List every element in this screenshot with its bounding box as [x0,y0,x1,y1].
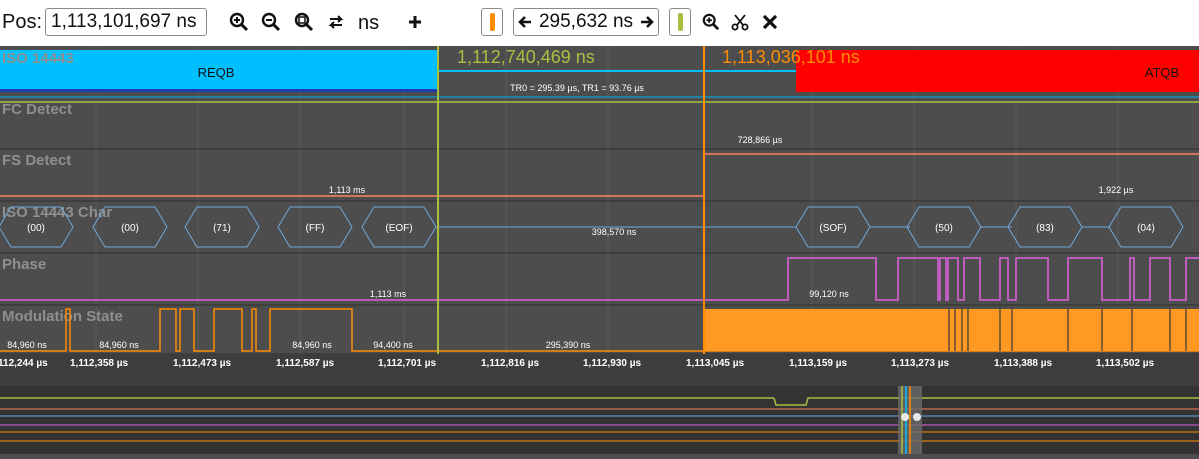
mod-label-1: 84,960 ns [7,340,47,350]
cursor-delta-value: 295,632 ns [538,11,634,32]
axis-tick-label: 1,112,930 µs [583,358,641,369]
char-symbol-label: (FF) [306,223,325,234]
zoom-in-icon[interactable] [227,10,251,34]
phase-label-right: 99,120 ns [809,289,849,299]
overview-cursor-b-handle[interactable] [913,413,921,421]
char-symbol-label: (50) [935,223,953,234]
axis-tick-label: 1,112,701 µs [378,358,436,369]
row-label-iso14443: ISO 14443 [2,50,74,67]
position-label: Pos: [2,11,43,33]
char-symbol-label: (83) [1036,223,1054,234]
cursor-b-button[interactable] [669,8,691,36]
axis-tick-label: 112,244 µs [0,358,48,369]
fs-label-left: 1,113 ms [329,185,366,195]
axis-tick-label: 1,112,587 µs [276,358,334,369]
fs-label-top: 728,866 µs [738,135,783,145]
char-symbol-label: (EOF) [385,223,412,234]
fs-label-right: 1,922 µs [1099,185,1134,195]
mod-label-2: 84,960 ns [99,340,139,350]
cursor-a-marker-icon [489,13,495,31]
axis-tick-label: 1,112,816 µs [481,358,539,369]
mod-label-5: 295,390 ns [546,340,591,350]
char-symbol-label: (SOF) [819,223,846,234]
atqb-label: ATQB [1145,65,1179,80]
swap-icon[interactable] [324,10,348,34]
phase-label-left: 1,113 ms [370,289,407,299]
close-icon[interactable] [758,10,782,34]
zoom-cursor-icon[interactable] [699,10,723,34]
row-label-fs-detect: FS Detect [2,152,71,169]
tr-timing-label: TR0 = 295.39 µs, TR1 = 93.76 µs [510,83,644,93]
toolbar: Pos: 1,113,101,697 ns ns 295,632 ns [0,0,1199,46]
arrow-left-icon[interactable] [517,14,533,30]
overview-panel[interactable] [0,386,1199,454]
cursor-b-marker-icon [677,13,683,31]
char-symbol-label: (00) [27,223,45,234]
arrow-right-icon[interactable] [639,14,655,30]
char-symbol-label: (71) [213,223,231,234]
row-label-fc-detect: FC Detect [2,101,72,118]
row-label-modulation: Modulation State [2,308,123,325]
modulation-block [704,309,1199,351]
axis-tick-label: 1,113,159 µs [789,358,847,369]
axis-tick-label: 1,113,388 µs [994,358,1052,369]
fs-detect-trace [0,153,1199,197]
unit-label[interactable]: ns [358,12,379,35]
row-label-phase: Phase [2,256,46,273]
add-icon[interactable] [403,10,427,34]
reqb-underline [0,89,438,92]
axis-tick-label: 1,113,045 µs [686,358,744,369]
waveform-view[interactable]: ISO 14443 REQB ATQB TR0 = 295.39 µs, TR1… [0,46,1199,386]
mod-label-4: 94,400 ns [373,340,413,350]
zoom-fit-icon[interactable] [292,10,316,34]
phase-trace [0,257,1199,301]
axis-tick-label: 1,112,473 µs [173,358,231,369]
scissors-icon[interactable] [728,10,752,34]
cursor-a-time: 1,112,740,469 ns [457,47,595,67]
zoom-out-icon[interactable] [259,10,283,34]
cursor-b-time: 1,113,036,101 ns [722,47,860,67]
mod-label-3: 84,960 ns [292,340,332,350]
char-gap-label: 398,570 ns [592,227,637,237]
cursor-a-button[interactable] [481,8,503,36]
reqb-label: REQB [198,65,235,80]
char-symbol-label: (00) [121,223,139,234]
position-input[interactable]: 1,113,101,697 ns [45,8,207,36]
axis-tick-label: 1,112,358 µs [70,358,128,369]
axis-tick-label: 1,113,502 µs [1096,358,1154,369]
char-symbol-label: (04) [1137,223,1155,234]
axis-tick-label: 1,113,273 µs [891,358,949,369]
cursor-delta-field[interactable]: 295,632 ns [513,8,659,36]
overview-cursor-a-handle[interactable] [901,413,909,421]
